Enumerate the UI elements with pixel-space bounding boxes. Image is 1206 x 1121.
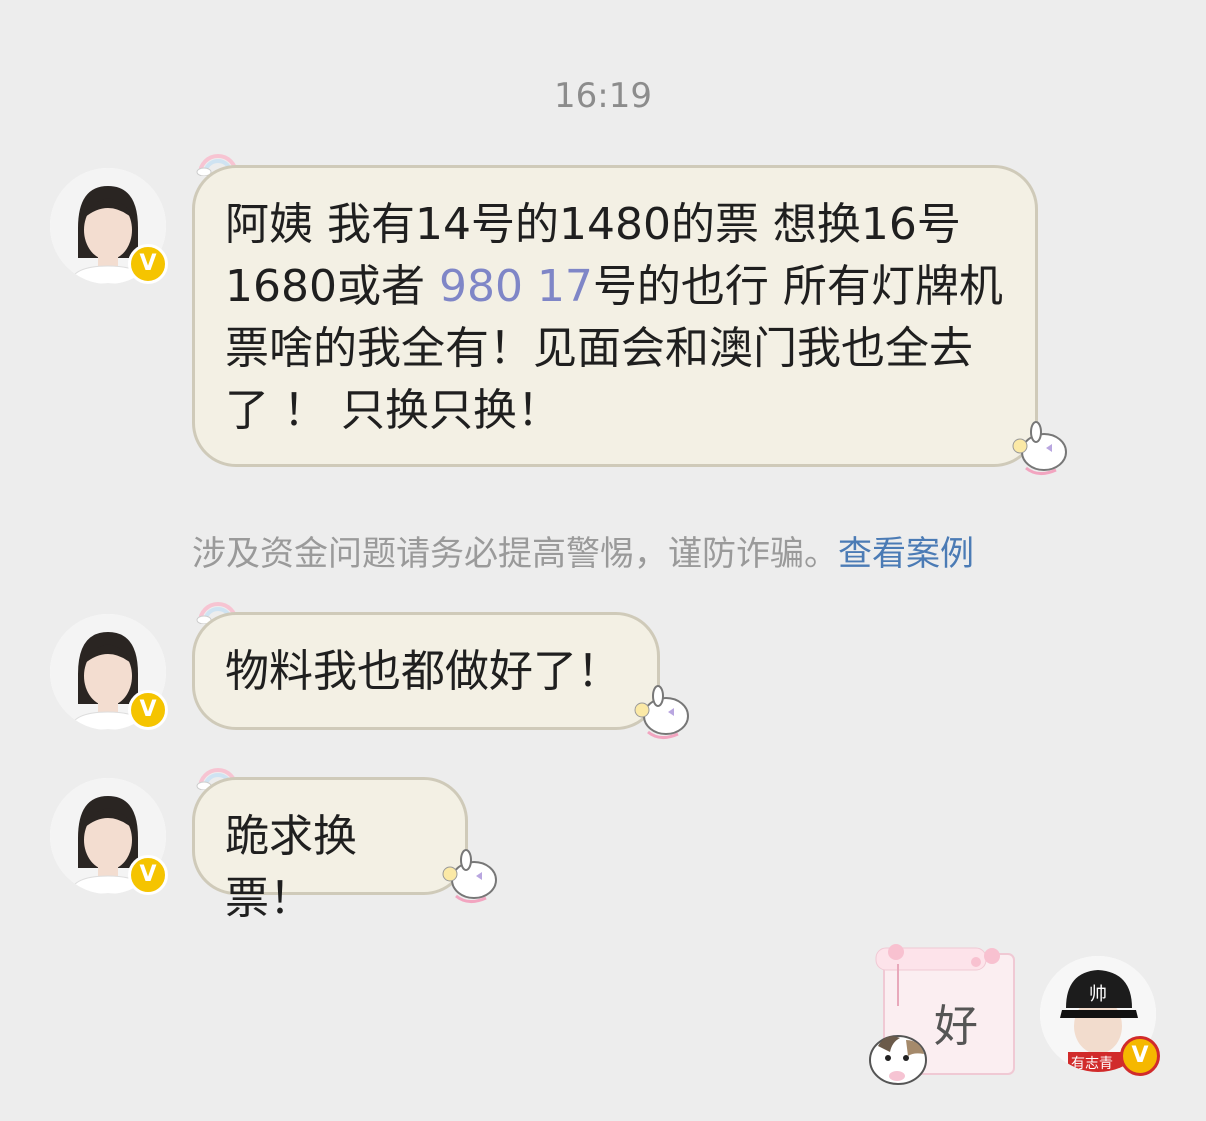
timestamp: 16:19 xyxy=(554,76,652,116)
bunny-sticker-icon xyxy=(1012,421,1067,475)
message-text: 跪求换票！ xyxy=(225,811,357,924)
fraud-warning: 涉及资金问题请务必提高警惕，谨防诈骗。查看案例 xyxy=(192,526,974,575)
verified-badge-icon: V xyxy=(1120,1036,1160,1076)
phone-link[interactable]: 980 17 xyxy=(439,261,593,312)
bunny-sticker-icon xyxy=(442,849,497,903)
verified-badge-icon: V xyxy=(128,855,168,895)
message-text: 物料我也都做好了！ xyxy=(225,646,621,697)
message-bubble[interactable]: 物料我也都做好了！ xyxy=(192,612,660,730)
bunny-sticker-icon xyxy=(634,685,689,739)
message-bubble[interactable]: 阿姨 我有14号的1480的票 想换16号1680或者 980 17号的也行 所… xyxy=(192,165,1038,467)
hamster-sticker-icon xyxy=(869,1035,927,1085)
avatar-tag-text: 有志青 xyxy=(1071,1056,1113,1072)
view-cases-link[interactable]: 查看案例 xyxy=(838,534,974,574)
hat-text: 帅 xyxy=(1089,984,1107,1005)
warning-text: 涉及资金问题请务必提高警惕，谨防诈骗。 xyxy=(192,534,838,574)
verified-badge-icon: V xyxy=(128,244,168,284)
message-bubble[interactable]: 跪求换票！ xyxy=(192,777,468,924)
verified-badge-icon: V xyxy=(128,690,168,730)
self-message-text: 好 xyxy=(934,1001,978,1052)
